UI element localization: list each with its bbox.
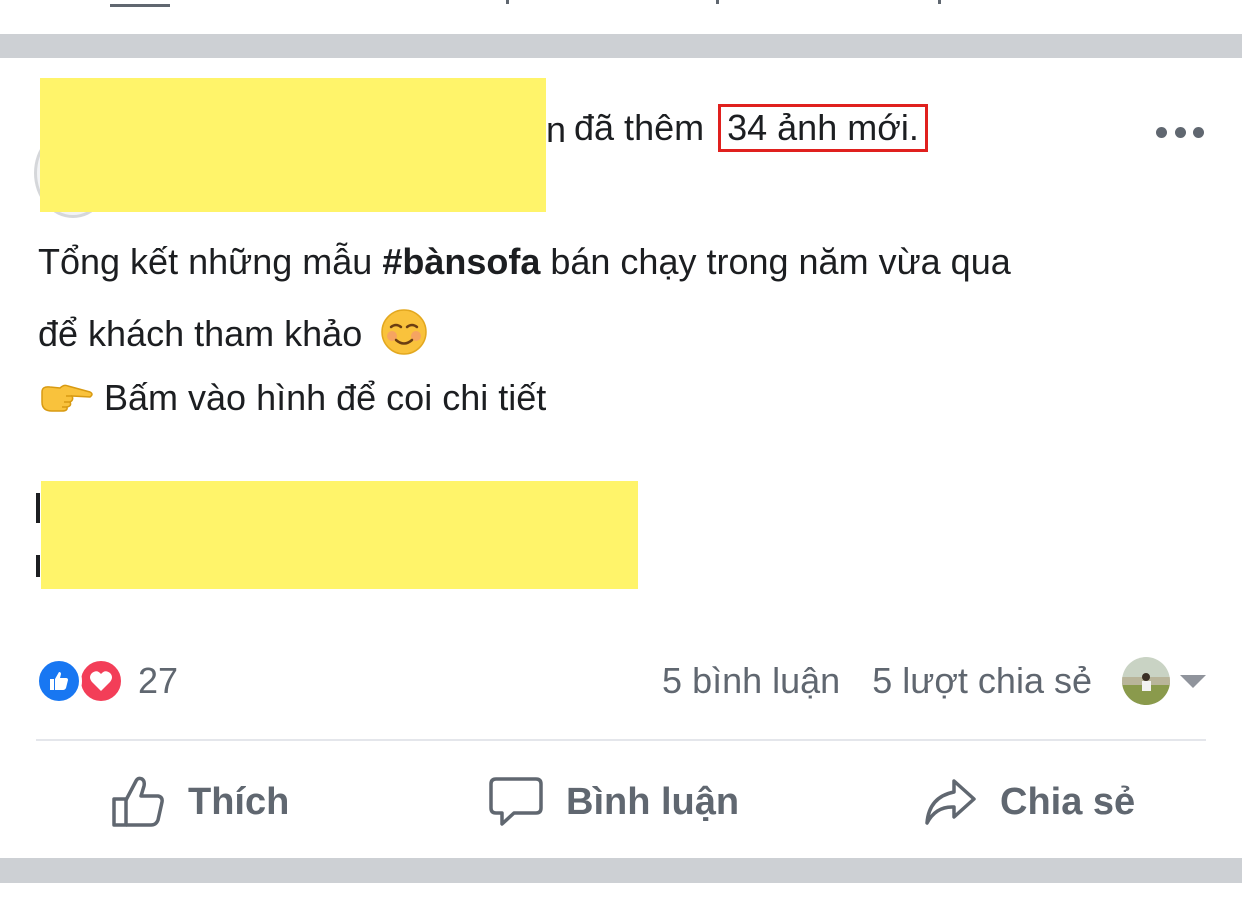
love-reaction-icon (78, 658, 124, 704)
like-reaction-icon (36, 658, 82, 704)
post-text-segment: để khách tham khảo (38, 313, 363, 354)
photo-count-link[interactable]: 34 ảnh mới. (718, 104, 928, 152)
post-text-line: để khách tham khảo (38, 308, 428, 356)
post-header: n đã thêm 34 ảnh mới. (546, 104, 928, 152)
comment-button[interactable]: Bình luận (488, 764, 739, 840)
feed-separator (0, 34, 1242, 58)
comment-bubble-icon (489, 777, 543, 826)
previous-post-stub (704, 0, 719, 4)
share-as-avatar[interactable] (1122, 657, 1170, 705)
share-count-link[interactable]: 5 lượt chia sẻ (872, 660, 1092, 702)
post-text-segment: Tổng kết những mẫu (38, 241, 383, 282)
post-actions-bar: Thích Bình luận Chia sẻ (0, 764, 1242, 840)
previous-post-stub (110, 0, 170, 7)
share-arrow-icon (925, 779, 976, 825)
like-button[interactable]: Thích (110, 764, 289, 840)
like-label: Thích (188, 780, 290, 823)
caret-down-icon[interactable] (1180, 674, 1206, 688)
hashtag-link[interactable]: #bànsofa (382, 241, 540, 282)
pointing-hand-icon (41, 384, 93, 412)
comment-count-link[interactable]: 5 bình luận (662, 660, 840, 702)
next-post-edge (0, 883, 1242, 899)
reactions-summary[interactable]: 27 (36, 656, 178, 706)
engagement-counts: 5 bình luận 5 lượt chia sẻ (662, 656, 1206, 706)
feed-separator (0, 858, 1242, 883)
post-text-segment: Bấm vào hình để coi chi tiết (104, 377, 547, 418)
comment-label: Bình luận (566, 780, 740, 823)
smiling-face-icon (381, 309, 427, 355)
feed-post: n đã thêm 34 ảnh mới. Tổng kết những mẫu… (0, 58, 1242, 858)
share-label: Chia sẻ (1000, 780, 1136, 823)
previous-post-stub (924, 0, 941, 4)
redacted-tags (41, 481, 638, 589)
post-text-segment: bán chạy trong năm vừa qua (540, 241, 1011, 282)
post-divider (36, 739, 1206, 741)
more-options-icon[interactable] (1156, 122, 1204, 142)
author-name-fragment: n (546, 109, 564, 150)
previous-post-action-bar (0, 0, 1242, 34)
post-text-line: Bấm vào hình để coi chi tiết (38, 376, 546, 420)
header-action-text: đã thêm (574, 107, 705, 148)
previous-post-stub (490, 0, 509, 4)
reaction-count: 27 (138, 660, 179, 701)
post-text-line: Tổng kết những mẫu #bànsofa bán chạy tro… (38, 240, 1011, 284)
share-button[interactable]: Chia sẻ (922, 764, 1135, 840)
thumbs-up-icon (112, 776, 164, 827)
redacted-author-name (40, 78, 546, 212)
